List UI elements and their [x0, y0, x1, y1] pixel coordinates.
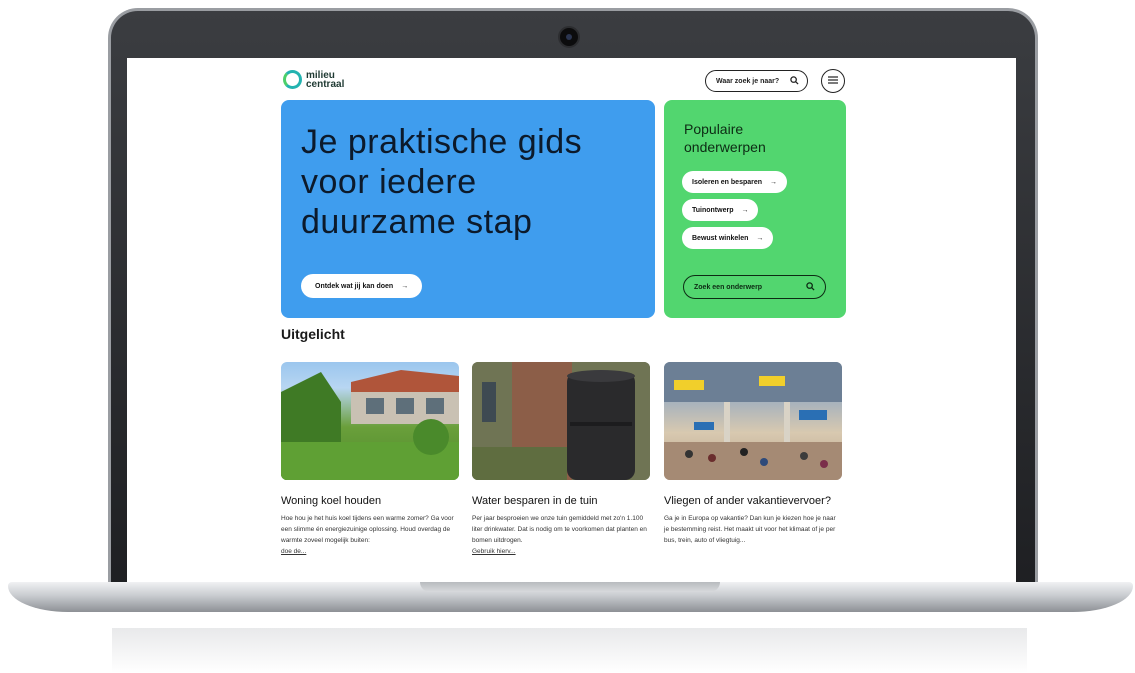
topic-chip-isoleren[interactable]: Isoleren en besparen →	[682, 171, 788, 193]
laptop-reflection	[112, 628, 1027, 673]
popular-topics-title: Populaire onderwerpen	[684, 121, 766, 155]
menu-icon	[828, 75, 838, 87]
search-icon	[806, 281, 815, 293]
card-title[interactable]: Vliegen of ander vakantievervoer?	[664, 495, 842, 507]
hero-panel: Je praktische gids voor iedere duurzame …	[281, 100, 655, 318]
menu-button[interactable]	[821, 69, 845, 93]
card-image-house[interactable]	[281, 362, 459, 480]
card-image-rain-barrel[interactable]	[472, 362, 650, 480]
arrow-right-icon: →	[756, 234, 764, 242]
arrow-right-icon: →	[401, 282, 409, 290]
hero-title: Je praktische gids voor iedere duurzame …	[301, 123, 583, 241]
topic-search-label: Zoek een onderwerp	[694, 283, 763, 291]
browser-screen: milieu centraal Waar zoek je naar? Je pr…	[127, 58, 1016, 583]
featured-card-woning[interactable]: Woning koel houden Hoe hou je het huis k…	[281, 362, 459, 557]
featured-card-water[interactable]: Water besparen in de tuin Per jaar bespr…	[472, 362, 650, 557]
card-image-airport[interactable]	[664, 362, 842, 480]
card-title[interactable]: Water besparen in de tuin	[472, 495, 650, 507]
card-more-text: doe de...	[281, 548, 307, 555]
arrow-right-icon: →	[770, 178, 778, 186]
card-title[interactable]: Woning koel houden	[281, 495, 459, 507]
logo-text-line2: centraal	[306, 78, 345, 90]
search-icon	[790, 75, 799, 87]
topic-search-input[interactable]: Zoek een onderwerp	[683, 275, 826, 299]
topic-chip-tuinontwerp[interactable]: Tuinontwerp →	[682, 199, 759, 221]
site-logo[interactable]: milieu centraal	[283, 70, 344, 89]
laptop-notch	[420, 582, 720, 592]
featured-title: Uitgelicht	[281, 326, 345, 342]
card-text: Ga je in Europa op vakantie? Dan kun je …	[664, 515, 836, 544]
hero-cta-button[interactable]: Ontdek wat jij kan doen →	[301, 274, 423, 298]
logo-ring-icon	[283, 70, 302, 89]
webcam	[558, 26, 580, 48]
site-search-button[interactable]: Waar zoek je naar?	[705, 70, 808, 92]
popular-topics-panel: Populaire onderwerpen Isoleren en bespar…	[664, 100, 846, 318]
site-search-label: Waar zoek je naar?	[716, 77, 780, 85]
card-text: Per jaar besproeien we onze tuin gemidde…	[472, 515, 647, 544]
topic-chip-label: Tuinontwerp	[692, 206, 734, 214]
topic-chip-label: Bewust winkelen	[692, 234, 749, 242]
topic-chip-label: Isoleren en besparen	[692, 178, 763, 186]
card-text: Hoe hou je het huis koel tijdens een war…	[281, 515, 454, 544]
featured-card-vliegen[interactable]: Vliegen of ander vakantievervoer? Ga je …	[664, 362, 842, 546]
hero-cta-label: Ontdek wat jij kan doen	[315, 282, 394, 290]
topic-chip-bewust-winkelen[interactable]: Bewust winkelen →	[682, 227, 774, 249]
arrow-right-icon: →	[741, 206, 749, 214]
card-more-text: Gebruik hierv...	[472, 548, 516, 555]
